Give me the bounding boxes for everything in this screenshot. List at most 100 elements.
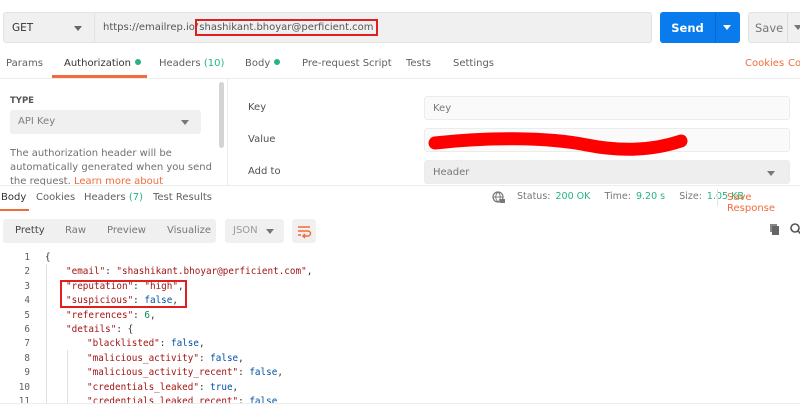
url-prefix: https://emailrep.io/	[103, 22, 199, 33]
line-number: 11	[18, 396, 30, 403]
scrollbar[interactable]	[219, 82, 224, 148]
add-to-value: Header	[433, 167, 470, 178]
wrap-lines-button[interactable]	[292, 219, 316, 243]
json-boolean: false	[210, 352, 239, 364]
json-boolean: false	[170, 338, 199, 350]
tab-params[interactable]: Params	[6, 58, 43, 69]
json-key: "references"	[66, 309, 134, 321]
learn-more-link[interactable]: Learn more about	[74, 176, 163, 185]
code-line: "blacklisted": false,	[87, 338, 205, 349]
tab-label: Tests	[406, 58, 431, 69]
json-punctuation: : {	[116, 324, 134, 335]
tab-label: Pre-request Script	[302, 58, 392, 69]
save-response-button[interactable]: Save Response	[727, 192, 800, 214]
tab-pre-request-script[interactable]: Pre-request Script	[302, 58, 392, 69]
auth-type-value: API Key	[18, 116, 56, 127]
divider	[0, 78, 800, 79]
pretty-button[interactable]: Pretty	[15, 225, 45, 236]
code-line: "malicious_activity_recent": false,	[87, 367, 283, 378]
copy-icon[interactable]	[769, 223, 781, 236]
tab-label: Headers	[159, 58, 201, 69]
status-value: 200 OK	[555, 191, 591, 202]
divider	[0, 403, 800, 404]
status-dot-icon	[274, 59, 281, 65]
json-punctuation: :	[238, 367, 250, 379]
tab-tests[interactable]: Tests	[406, 58, 431, 69]
tab-count: (7)	[128, 192, 143, 203]
add-to-label: Add to	[248, 166, 281, 177]
chevron-down-icon	[181, 120, 189, 125]
line-number: 6	[24, 324, 30, 335]
response-tab-test-results[interactable]: Test Results	[153, 192, 212, 203]
line-number: 10	[18, 381, 30, 393]
method-select[interactable]: GET	[3, 12, 95, 43]
tab-label: Authorization	[64, 58, 131, 69]
line-number: 8	[24, 352, 30, 364]
add-to-select[interactable]: Header	[424, 160, 790, 184]
code-line: "credentials_leaked": true,	[87, 382, 238, 393]
status-label: Status:	[517, 191, 551, 202]
tab-label: Params	[6, 58, 43, 69]
wrap-icon	[298, 226, 312, 239]
json-punctuation: ,	[149, 309, 156, 321]
value-label: Value	[248, 134, 276, 145]
raw-button[interactable]: Raw	[65, 225, 86, 236]
url-highlighted-email: shashikant.bhoyar@perficient.com	[195, 19, 378, 36]
tab-headers[interactable]: Headers (10)	[159, 58, 224, 69]
time-label: Time:	[604, 191, 631, 202]
tab-settings[interactable]: Settings	[453, 58, 494, 69]
line-number: 9	[24, 367, 30, 379]
chevron-down-icon[interactable]	[794, 25, 800, 30]
json-punctuation: ,	[277, 367, 283, 379]
response-meta: Status: 200 OK Time: 9.20 s Size: 1.05 K…	[517, 191, 746, 202]
chevron-down-icon[interactable]	[723, 25, 731, 30]
line-number: 5	[24, 309, 30, 321]
json-string: "shashikant.bhoyar@perficient.com"	[116, 266, 307, 278]
tab-count: (10)	[203, 58, 225, 69]
send-button[interactable]: Send	[660, 12, 740, 43]
divider	[717, 189, 718, 206]
tab-body[interactable]: Body	[245, 58, 281, 69]
tab-authorization[interactable]: Authorization	[64, 58, 141, 69]
cookies-link[interactable]: Cookies	[745, 58, 784, 69]
json-boolean: false	[249, 367, 278, 379]
json-punctuation: :	[133, 309, 145, 321]
globe-lock-icon[interactable]	[492, 191, 505, 204]
save-label: Save	[755, 21, 784, 35]
code-line: "malicious_activity": false,	[87, 353, 244, 364]
json-boolean: false	[249, 396, 278, 403]
json-punctuation: {	[45, 252, 51, 263]
line-number: 4	[24, 295, 30, 307]
response-tab-headers[interactable]: Headers (7)	[84, 192, 143, 203]
key-input[interactable]: Key	[424, 96, 790, 120]
json-key: "blacklisted"	[87, 338, 160, 350]
json-key: "email"	[66, 266, 106, 278]
divider	[715, 12, 716, 43]
save-button[interactable]: Save	[748, 12, 800, 43]
line-number: 1	[24, 252, 30, 263]
response-body-code[interactable]: 1 {2 "email": "shashikant.bhoyar@perficien…	[0, 250, 800, 403]
indent-guide	[67, 350, 68, 403]
url-input[interactable]: https://emailrep.io/shashikant.bhoyar@pe…	[95, 12, 652, 43]
json-key: "details"	[66, 324, 117, 335]
search-icon[interactable]	[789, 222, 800, 235]
json-key: "malicious_activity_recent"	[87, 367, 239, 379]
json-punctuation: :	[159, 338, 171, 350]
language-select[interactable]: JSON	[225, 219, 284, 243]
status-dot-icon	[134, 59, 141, 65]
line-number: 7	[24, 338, 30, 350]
response-tab-cookies[interactable]: Cookies	[36, 192, 75, 203]
auth-type-select[interactable]: API Key	[10, 110, 201, 134]
visualize-button[interactable]: Visualize	[167, 225, 211, 236]
divider	[0, 185, 800, 186]
tab-label: Settings	[453, 58, 495, 69]
chevron-down-icon	[767, 171, 775, 176]
preview-button[interactable]: Preview	[107, 225, 146, 236]
code-line: "email": "shashikant.bhoyar@perficient.c…	[66, 266, 312, 277]
response-tab-body[interactable]: Body	[1, 192, 26, 203]
chevron-down-icon	[74, 26, 82, 31]
type-label: TYPE	[10, 96, 34, 106]
code-link[interactable]: Co	[788, 58, 800, 69]
active-tab-indicator	[0, 209, 29, 211]
json-punctuation: ,	[198, 338, 205, 350]
